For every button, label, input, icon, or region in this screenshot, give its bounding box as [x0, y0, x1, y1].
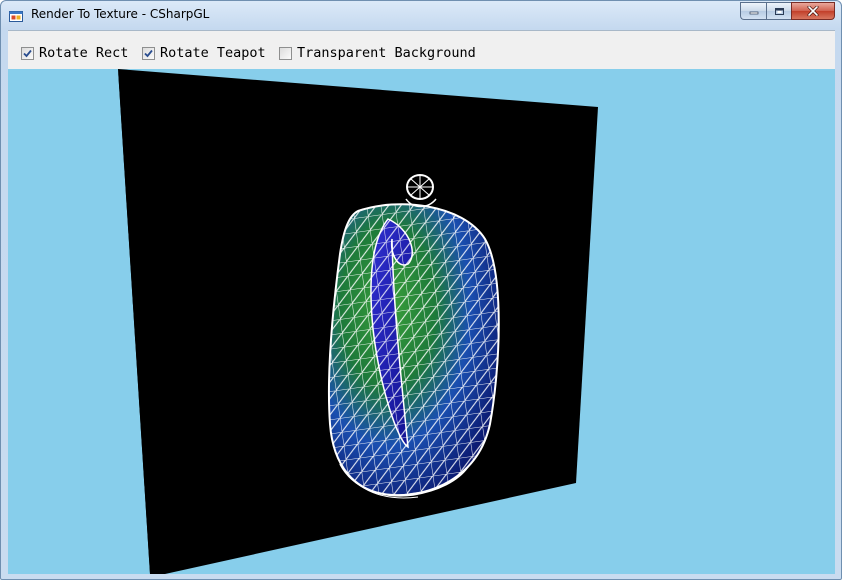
minimize-icon	[749, 11, 758, 15]
window-bottom-border	[1, 574, 841, 579]
close-icon	[807, 6, 819, 16]
title-bar[interactable]: Render To Texture - CSharpGL	[1, 1, 841, 30]
rotate-rect-checkbox[interactable]: Rotate Rect	[21, 45, 128, 61]
app-window-icon	[9, 11, 23, 22]
options-toolbar: Rotate Rect Rotate Teapot Transparent Ba…	[8, 30, 835, 69]
checkmark-icon	[144, 49, 153, 57]
transparent-background-label[interactable]: Transparent Background	[297, 45, 476, 61]
rotate-teapot-label[interactable]: Rotate Teapot	[160, 45, 266, 61]
scene-render	[118, 69, 598, 574]
close-button[interactable]	[791, 2, 835, 20]
checkmark-icon	[23, 49, 32, 57]
rotate-rect-label[interactable]: Rotate Rect	[39, 45, 128, 61]
maximize-button[interactable]	[766, 2, 791, 20]
transparent-background-checkbox[interactable]: Transparent Background	[279, 45, 476, 61]
opengl-viewport[interactable]	[8, 69, 835, 574]
checkbox-box[interactable]	[279, 46, 292, 60]
checkbox-box[interactable]	[142, 46, 155, 60]
caption-buttons	[740, 2, 835, 21]
minimize-button[interactable]	[740, 2, 766, 20]
maximize-icon	[774, 7, 784, 15]
window-title: Render To Texture - CSharpGL	[31, 7, 210, 21]
checkbox-box[interactable]	[21, 46, 34, 60]
main-window: Render To Texture - CSharpGL Rotate Rect…	[0, 0, 842, 580]
rotate-teapot-checkbox[interactable]: Rotate Teapot	[142, 45, 266, 61]
